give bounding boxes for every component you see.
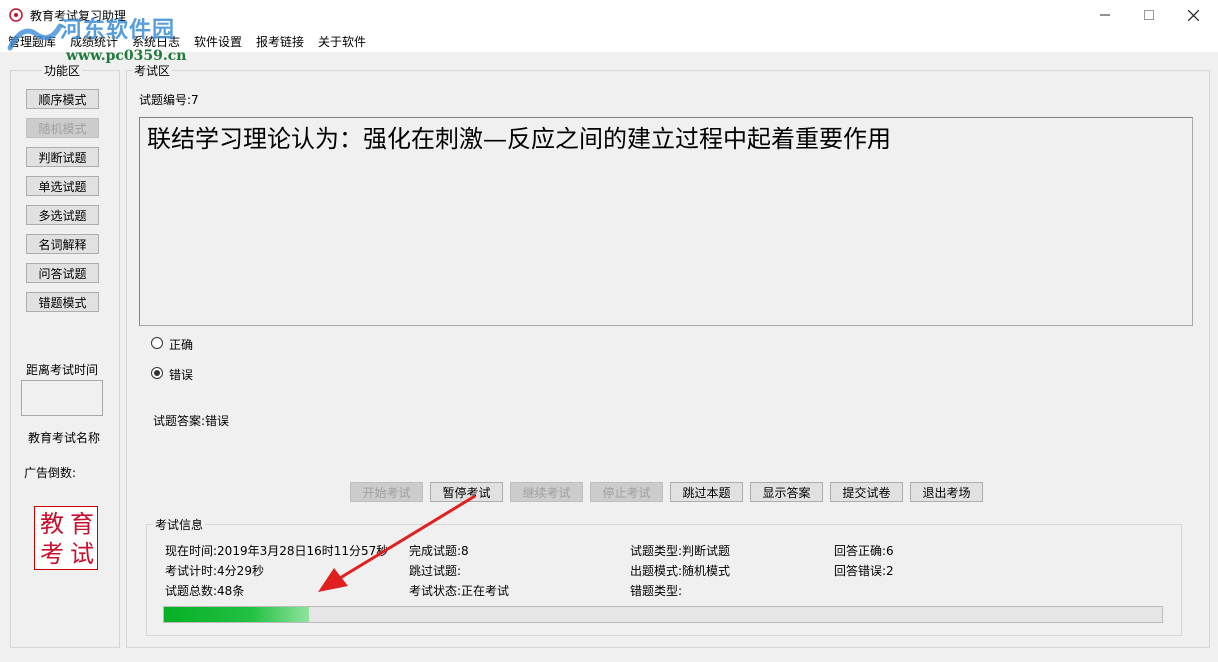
- close-icon: [1187, 9, 1199, 21]
- question-number: 试题编号:7: [139, 93, 199, 107]
- stop-exam-button[interactable]: 停止考试: [590, 482, 663, 502]
- submit-paper-button[interactable]: 提交试卷: [830, 482, 903, 502]
- exam-info-title: 考试信息: [153, 516, 206, 533]
- countdown-display: [21, 380, 103, 416]
- menu-bar: 管理题库 成绩统计 系统日志 软件设置 报考链接 关于软件: [0, 30, 1218, 52]
- question-textbox[interactable]: 联结学习理论认为：强化在刺激—反应之间的建立过程中起着重要作用: [139, 117, 1193, 326]
- wrong-question-type: 错题类型:: [630, 584, 683, 598]
- countdown-label: 距离考试时间: [26, 363, 99, 377]
- sequential-mode-button[interactable]: 顺序模式: [26, 89, 99, 109]
- resume-exam-button[interactable]: 继续考试: [510, 482, 583, 502]
- random-mode-button[interactable]: 随机模式: [26, 118, 99, 138]
- minimize-icon: [1100, 14, 1110, 16]
- option-true-radio[interactable]: [151, 337, 163, 349]
- progress-fill: [164, 607, 309, 622]
- answer-text: 试题答案:错误: [153, 414, 230, 428]
- menu-item-system-log[interactable]: 系统日志: [130, 33, 182, 50]
- seal-char: 教: [40, 510, 64, 538]
- wrong-question-mode-button[interactable]: 错题模式: [26, 292, 99, 312]
- correct-count: 回答正确:6: [834, 544, 894, 558]
- exam-panel-title: 考试区: [132, 62, 173, 79]
- exit-exam-button[interactable]: 退出考场: [910, 482, 983, 502]
- exam-name-label: 教育考试名称: [28, 431, 101, 445]
- option-true-label[interactable]: 正确: [169, 336, 193, 353]
- menu-item-settings[interactable]: 软件设置: [192, 33, 244, 50]
- seal-char: 试: [70, 540, 94, 568]
- term-definition-button[interactable]: 名词解释: [26, 234, 99, 254]
- exam-timer: 考试计时:4分29秒: [165, 564, 264, 578]
- close-button[interactable]: [1170, 0, 1216, 30]
- maximize-button[interactable]: [1126, 0, 1172, 30]
- radio-selected-dot: [154, 370, 160, 376]
- minimize-button[interactable]: [1082, 0, 1128, 30]
- watermark-logo-icon: [7, 23, 63, 51]
- exam-progress-bar: [163, 606, 1163, 623]
- total-questions: 试题总数:48条: [165, 584, 245, 598]
- ad-countdown-label: 广告倒数:: [24, 466, 77, 480]
- essay-question-button[interactable]: 问答试题: [26, 263, 99, 283]
- question-text: 联结学习理论认为：强化在刺激—反应之间的建立过程中起着重要作用: [147, 125, 891, 153]
- current-time: 现在时间:2019年3月28日16时11分57秒: [165, 544, 389, 558]
- question-type: 试题类型:判断试题: [630, 544, 731, 558]
- skip-question-button[interactable]: 跳过本题: [670, 482, 743, 502]
- pause-exam-button[interactable]: 暂停考试: [430, 482, 503, 502]
- menu-item-score-stats[interactable]: 成绩统计: [68, 33, 120, 50]
- multiple-choice-button[interactable]: 多选试题: [26, 205, 99, 225]
- maximize-icon: [1144, 10, 1154, 20]
- wrong-count: 回答错误:2: [834, 564, 894, 578]
- menu-item-about[interactable]: 关于软件: [316, 33, 368, 50]
- completed-questions: 完成试题:8: [409, 544, 469, 558]
- title-bar: 教育考试复习助理: [0, 0, 1218, 30]
- option-false-label[interactable]: 错误: [169, 366, 193, 383]
- sidebar-title: 功能区: [42, 62, 83, 79]
- show-answer-button[interactable]: 显示答案: [750, 482, 823, 502]
- exam-seal-logo: 教 育 考 试: [34, 506, 98, 570]
- single-choice-button[interactable]: 单选试题: [26, 176, 99, 196]
- option-false-radio[interactable]: [151, 367, 163, 379]
- exam-status: 考试状态:正在考试: [409, 584, 510, 598]
- seal-char: 育: [70, 510, 94, 538]
- skipped-questions: 跳过试题:: [409, 564, 462, 578]
- true-false-button[interactable]: 判断试题: [26, 147, 99, 167]
- start-exam-button[interactable]: 开始考试: [350, 482, 423, 502]
- seal-char: 考: [40, 540, 64, 568]
- question-mode: 出题模式:随机模式: [630, 564, 731, 578]
- menu-item-exam-links[interactable]: 报考链接: [254, 33, 306, 50]
